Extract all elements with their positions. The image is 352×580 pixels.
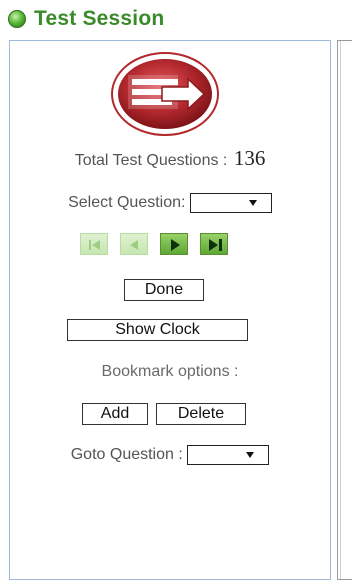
bookmark-options-label: Bookmark options :	[101, 363, 239, 380]
done-button[interactable]: Done	[124, 279, 204, 301]
question-nav	[70, 233, 270, 257]
skip-last-icon	[209, 239, 222, 251]
delete-bookmark-button[interactable]: Delete	[156, 403, 246, 425]
question-content-panel	[337, 40, 352, 580]
header: Test Session	[8, 6, 164, 32]
total-questions-value: 136	[233, 146, 266, 170]
first-question-button[interactable]	[80, 233, 108, 255]
session-panel: Total Test Questions : 136 Select Questi…	[9, 40, 331, 580]
total-questions: Total Test Questions : 136	[10, 146, 330, 171]
last-question-button[interactable]	[200, 233, 228, 255]
page-title: Test Session	[34, 7, 165, 30]
goto-question-label: Goto Question :	[70, 446, 183, 464]
goto-question-dropdown[interactable]	[187, 445, 270, 465]
previous-question-button[interactable]	[120, 233, 148, 255]
next-question-button[interactable]	[160, 233, 188, 255]
select-question-label: Select Question:	[68, 194, 186, 212]
goto-question-row: Goto Question :	[10, 445, 330, 465]
next-icon	[171, 239, 180, 251]
test-session-logo-icon	[111, 52, 219, 136]
previous-icon	[130, 240, 138, 250]
add-bookmark-button[interactable]: Add	[82, 403, 148, 425]
select-question-dropdown[interactable]	[189, 193, 272, 213]
chevron-down-icon	[248, 200, 257, 206]
status-orb-icon	[8, 10, 26, 28]
skip-first-icon	[89, 240, 100, 250]
show-clock-button[interactable]: Show Clock	[67, 319, 248, 341]
total-questions-label: Total Test Questions :	[74, 152, 228, 169]
select-question-row: Select Question:	[10, 193, 330, 213]
chevron-down-icon	[246, 452, 255, 458]
